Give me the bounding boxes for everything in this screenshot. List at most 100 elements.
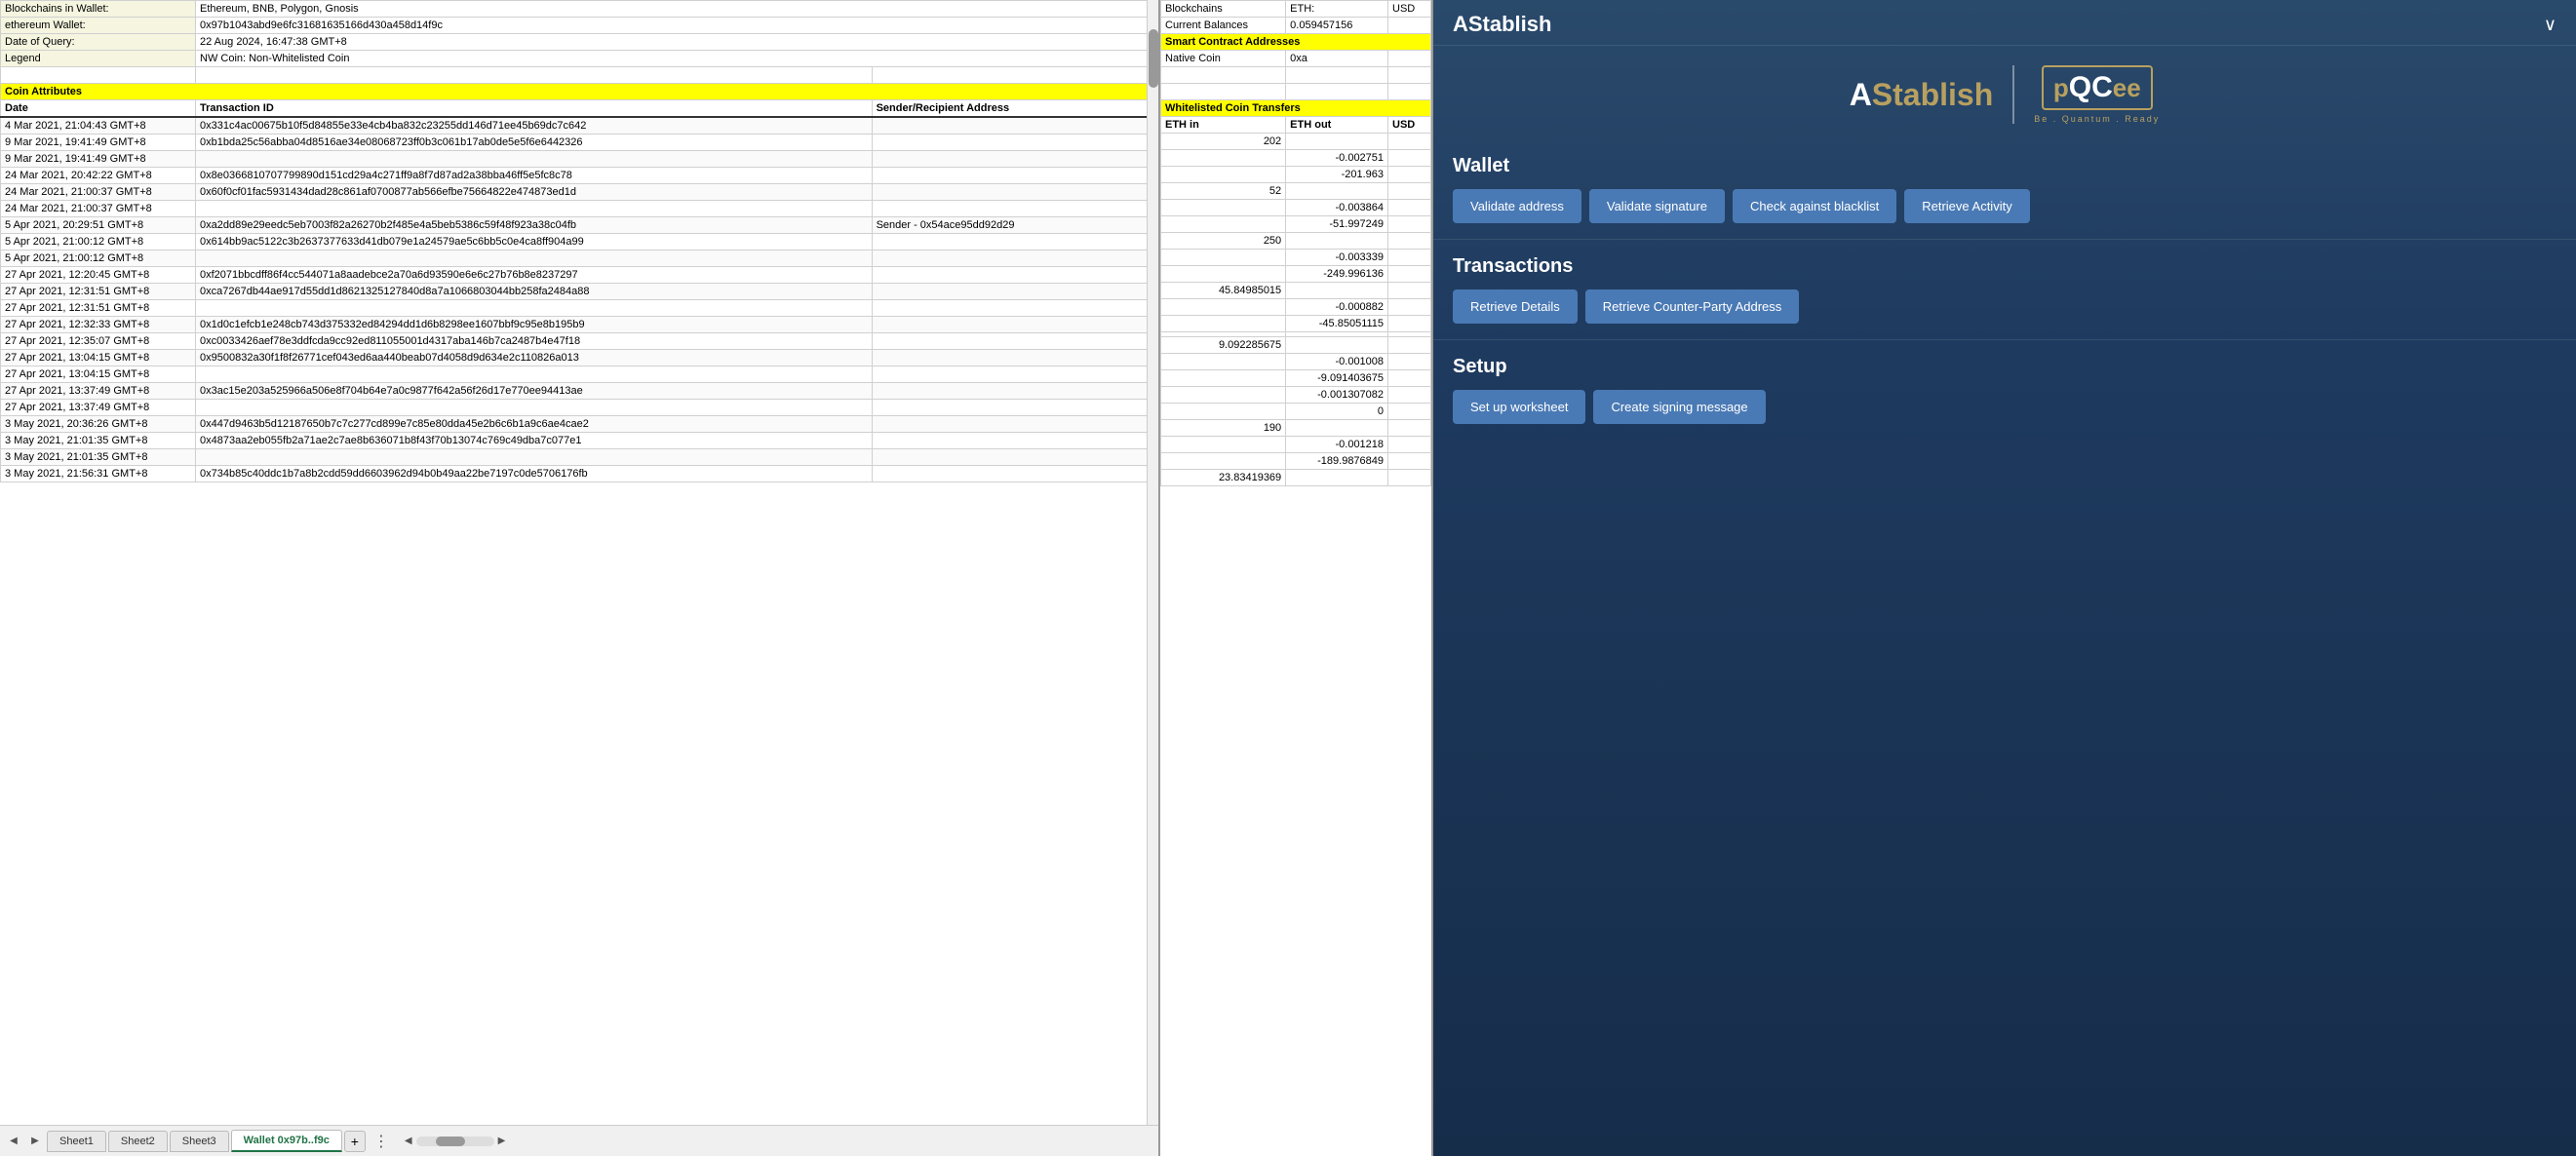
whitelisted-header-row: Whitelisted Coin Transfers bbox=[1161, 100, 1431, 117]
rp-data-row: -45.85051115 bbox=[1161, 316, 1431, 332]
table-row: 5 Apr 2021, 21:00:12 GMT+8 0x614bb9ac512… bbox=[1, 234, 1158, 250]
retrieve-activity-button[interactable]: Retrieve Activity bbox=[1904, 189, 2029, 223]
retrieve-details-button[interactable]: Retrieve Details bbox=[1453, 289, 1578, 324]
sheet-table: Blockchains in Wallet: Ethereum, BNB, Po… bbox=[0, 0, 1158, 482]
rp-data-row: 9.092285675 bbox=[1161, 337, 1431, 354]
tab-menu-button[interactable]: ⋮ bbox=[368, 1132, 395, 1151]
value-wallet: 0x97b1043abd9e6fc31681635166d430a458d14f… bbox=[196, 18, 1158, 34]
rp-data-row: -51.997249 bbox=[1161, 216, 1431, 233]
rp-data-row: -0.001008 bbox=[1161, 354, 1431, 370]
tx-date: 5 Apr 2021, 20:29:51 GMT+8 bbox=[1, 217, 196, 234]
tx-id bbox=[196, 400, 873, 416]
rp-data-row: 45.84985015 bbox=[1161, 283, 1431, 299]
usd-label: USD bbox=[1388, 1, 1431, 18]
hscroll-thumb[interactable] bbox=[436, 1137, 465, 1146]
hscroll-track[interactable] bbox=[416, 1137, 494, 1146]
tab-sheet1[interactable]: Sheet1 bbox=[47, 1131, 106, 1152]
tx-date: 3 May 2021, 20:36:26 GMT+8 bbox=[1, 416, 196, 433]
tab-sheet3[interactable]: Sheet3 bbox=[170, 1131, 229, 1152]
astablish-logo: AStablish bbox=[1850, 77, 1994, 113]
sidebar-title: AStablish bbox=[1453, 12, 1551, 37]
table-row: 9 Mar 2021, 19:41:49 GMT+8 bbox=[1, 151, 1158, 168]
setup-section-title: Setup bbox=[1433, 344, 2576, 386]
eth-in-label: ETH in bbox=[1161, 117, 1286, 134]
eth-label: ETH: bbox=[1286, 1, 1388, 18]
tx-addr bbox=[872, 383, 1157, 400]
rp-data-row: -249.996136 bbox=[1161, 266, 1431, 283]
table-row: 24 Mar 2021, 21:00:37 GMT+8 0x60f0cf01fa… bbox=[1, 184, 1158, 201]
tx-addr bbox=[872, 267, 1157, 284]
pqc-tagline: Be . Quantum . Ready bbox=[2034, 114, 2160, 124]
tx-id: 0x331c4ac00675b10f5d84855e33e4cb4ba832c2… bbox=[196, 117, 873, 135]
rp-balances-row: Current Balances 0.059457156 bbox=[1161, 18, 1431, 34]
pqc-logo: pQCee Be . Quantum . Ready bbox=[2034, 65, 2160, 124]
rp-header-row: Blockchains ETH: USD bbox=[1161, 1, 1431, 18]
rp-empty-row bbox=[1161, 67, 1431, 84]
table-row: 27 Apr 2021, 13:37:49 GMT+8 bbox=[1, 400, 1158, 416]
table-row: 3 May 2021, 21:56:31 GMT+8 0x734b85c40dd… bbox=[1, 466, 1158, 482]
table-row: 9 Mar 2021, 19:41:49 GMT+8 0xb1bda25c56a… bbox=[1, 135, 1158, 151]
tx-id: 0x4873aa2eb055fb2a71ae2c7ae8b636071b8f43… bbox=[196, 433, 873, 449]
wallet-section: Wallet Validate address Validate signatu… bbox=[1433, 143, 2576, 235]
logo-a-letter: A bbox=[1850, 77, 1872, 112]
table-row: 27 Apr 2021, 12:35:07 GMT+8 0xc0033426ae… bbox=[1, 333, 1158, 350]
table-row: 24 Mar 2021, 21:00:37 GMT+8 bbox=[1, 201, 1158, 217]
vertical-scrollbar[interactable] bbox=[1147, 0, 1158, 1125]
tx-id: 0x9500832a30f1f8f26771cef043ed6aa440beab… bbox=[196, 350, 873, 366]
tab-sheet2[interactable]: Sheet2 bbox=[108, 1131, 168, 1152]
tx-id: 0x8e0366810707799890d151cd29a4c271ff9a8f… bbox=[196, 168, 873, 184]
setup-section: Setup Set up worksheet Create signing me… bbox=[1433, 344, 2576, 436]
sheet-wrapper: Blockchains in Wallet: Ethereum, BNB, Po… bbox=[0, 0, 1158, 1125]
label-blockchains: Blockchains in Wallet: bbox=[1, 1, 196, 18]
tab-wallet[interactable]: Wallet 0x97b..f9c bbox=[231, 1130, 342, 1152]
validate-signature-button[interactable]: Validate signature bbox=[1589, 189, 1725, 223]
hscroll-right[interactable]: ▶ bbox=[498, 1136, 506, 1146]
sidebar-close-button[interactable]: ∨ bbox=[2544, 15, 2556, 35]
table-row: 27 Apr 2021, 13:04:15 GMT+8 bbox=[1, 366, 1158, 383]
info-row-date: Date of Query: 22 Aug 2024, 16:47:38 GMT… bbox=[1, 34, 1158, 51]
table-row: 24 Mar 2021, 20:42:22 GMT+8 0x8e03668107… bbox=[1, 168, 1158, 184]
transactions-buttons: Retrieve Details Retrieve Counter-Party … bbox=[1433, 286, 2576, 335]
table-row: 27 Apr 2021, 13:04:15 GMT+8 0x9500832a30… bbox=[1, 350, 1158, 366]
tx-addr bbox=[872, 433, 1157, 449]
tx-id bbox=[196, 366, 873, 383]
scroll-thumb[interactable] bbox=[1149, 29, 1158, 88]
tx-date: 27 Apr 2021, 12:20:45 GMT+8 bbox=[1, 267, 196, 284]
horizontal-scroll-area: ◀ ▶ bbox=[405, 1136, 505, 1146]
coin-attributes-header: Coin Attributes bbox=[1, 84, 1158, 100]
table-row: 3 May 2021, 20:36:26 GMT+8 0x447d9463b5d… bbox=[1, 416, 1158, 433]
create-signing-button[interactable]: Create signing message bbox=[1593, 390, 1765, 424]
pqc-ee: ee bbox=[2113, 73, 2141, 102]
table-row: 5 Apr 2021, 21:00:12 GMT+8 bbox=[1, 250, 1158, 267]
set-up-worksheet-button[interactable]: Set up worksheet bbox=[1453, 390, 1585, 424]
rp-data-row: -201.963 bbox=[1161, 167, 1431, 183]
logo-stablish-text: Stablish bbox=[1872, 77, 1993, 112]
retrieve-counter-party-button[interactable]: Retrieve Counter-Party Address bbox=[1585, 289, 1800, 324]
tx-addr bbox=[872, 333, 1157, 350]
tx-date: 24 Mar 2021, 21:00:37 GMT+8 bbox=[1, 201, 196, 217]
tx-id: 0x447d9463b5d12187650b7c7c277cd899e7c85e… bbox=[196, 416, 873, 433]
setup-buttons: Set up worksheet Create signing message bbox=[1433, 386, 2576, 436]
col-header-row: Date Transaction ID Sender/Recipient Add… bbox=[1, 100, 1158, 118]
rp-data-row: 190 bbox=[1161, 420, 1431, 437]
tab-arrow-left[interactable]: ◀ bbox=[4, 1132, 23, 1151]
table-row: 5 Apr 2021, 20:29:51 GMT+8 0xa2dd89e29ee… bbox=[1, 217, 1158, 234]
sidebar-header: AStablish ∨ bbox=[1433, 0, 2576, 46]
tx-addr bbox=[872, 201, 1157, 217]
add-sheet-button[interactable]: + bbox=[344, 1131, 366, 1152]
rp-data-row: 0 bbox=[1161, 404, 1431, 420]
pqc-p: p bbox=[2053, 73, 2069, 102]
smart-contract-header: Smart Contract Addresses bbox=[1161, 34, 1431, 51]
rp-data-row: -0.003339 bbox=[1161, 250, 1431, 266]
spreadsheet-area: Blockchains in Wallet: Ethereum, BNB, Po… bbox=[0, 0, 1160, 1156]
tx-date: 5 Apr 2021, 21:00:12 GMT+8 bbox=[1, 234, 196, 250]
logo-divider bbox=[2012, 65, 2014, 124]
hscroll-left[interactable]: ◀ bbox=[405, 1136, 412, 1146]
validate-address-button[interactable]: Validate address bbox=[1453, 189, 1581, 223]
tx-date: 5 Apr 2021, 21:00:12 GMT+8 bbox=[1, 250, 196, 267]
check-blacklist-button[interactable]: Check against blacklist bbox=[1733, 189, 1896, 223]
right-table: Blockchains ETH: USD Current Balances 0.… bbox=[1160, 0, 1431, 486]
tx-date: 24 Mar 2021, 21:00:37 GMT+8 bbox=[1, 184, 196, 201]
label-date: Date of Query: bbox=[1, 34, 196, 51]
tab-arrow-right[interactable]: ▶ bbox=[25, 1132, 45, 1151]
